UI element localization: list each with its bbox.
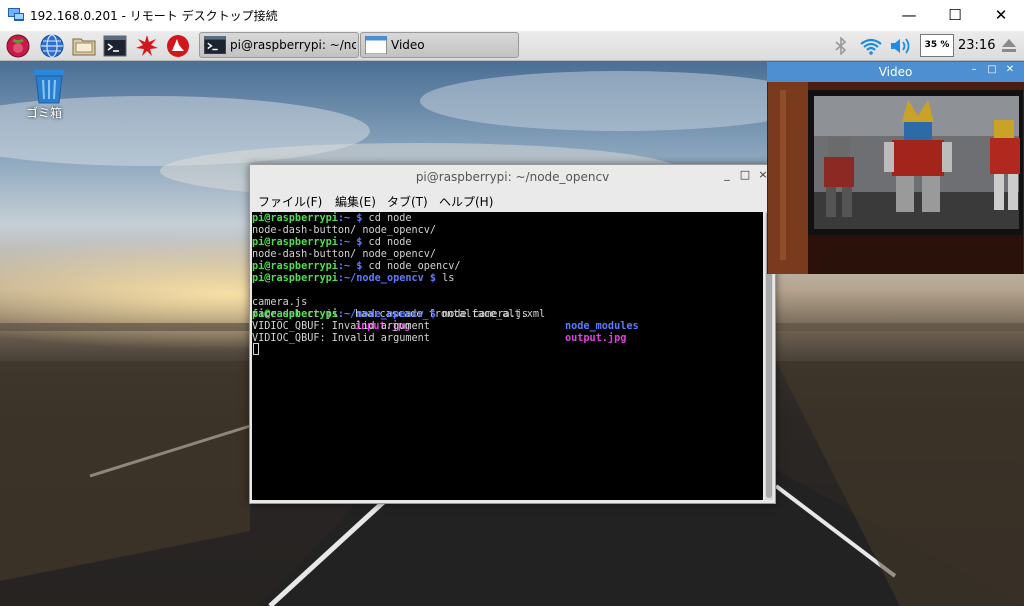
taskbar-panel: pi@raspberrypi: ~/no... Video 35 % 23:16 xyxy=(0,31,1024,61)
video-frame xyxy=(768,82,1023,274)
file-manager-icon[interactable] xyxy=(72,34,96,58)
menu-tabs[interactable]: タブ(T) xyxy=(387,193,428,210)
prompt-path: :~/node_opencv $ xyxy=(337,273,437,284)
terminal-line: node-dash-button/ node_opencv/ xyxy=(252,249,437,260)
raspberry-menu-icon[interactable] xyxy=(6,34,30,58)
terminal-line: pi@raspberrypi:~ $ cd node xyxy=(252,237,412,249)
terminal-output[interactable]: pi@raspberrypi:~ $ cd node node-dash-but… xyxy=(252,212,763,500)
command-text: ls xyxy=(436,273,455,284)
terminal-line: VIDIOC_QBUF: Invalid argument xyxy=(252,321,430,332)
camera-image xyxy=(768,82,1023,274)
web-browser-icon[interactable] xyxy=(40,34,64,58)
command-text: cd node xyxy=(362,237,412,248)
prompt-path: :~ $ xyxy=(337,261,363,272)
eject-icon[interactable] xyxy=(1000,36,1018,54)
wolfram-icon[interactable] xyxy=(166,34,190,58)
prompt-user: pi@raspberrypi xyxy=(252,309,338,320)
prompt-user: pi@raspberrypi xyxy=(252,261,338,272)
terminal-line: face_detect.js input.jpg output.jpg xyxy=(252,297,763,344)
video-titlebar[interactable]: Video – □ ✕ xyxy=(767,62,1024,82)
command-text: cd node_opencv/ xyxy=(362,261,461,272)
terminal-icon xyxy=(204,36,226,54)
trash-icon[interactable] xyxy=(28,68,70,104)
rdp-window-titlebar: 192.168.0.201 - リモート デスクトップ接続 — ☐ ✕ xyxy=(0,0,1024,32)
prompt-path: :~ $ xyxy=(337,213,363,224)
terminal-line: pi@raspberrypi:~/node_opencv $ node came… xyxy=(252,309,528,321)
command-text: node camera.js xyxy=(436,309,529,320)
terminal-line: camera.js haarcascade_frontalface_alt.xm… xyxy=(252,285,763,332)
directory-entry: node_modules xyxy=(565,321,639,332)
minimize-button[interactable]: – xyxy=(968,64,980,75)
minimize-button[interactable]: _ xyxy=(720,168,734,184)
terminal-titlebar[interactable]: pi@raspberrypi: ~/node_opencv _ □ × xyxy=(250,165,775,189)
clock[interactable]: 23:16 xyxy=(958,38,995,53)
taskbar-button-label: Video xyxy=(391,38,425,52)
close-button[interactable]: ✕ xyxy=(978,0,1024,31)
menu-edit[interactable]: 編集(E) xyxy=(335,193,376,210)
taskbar-button-label: pi@raspberrypi: ~/no... xyxy=(230,38,356,52)
video-window: Video – □ ✕ xyxy=(767,62,1024,274)
prompt-user: pi@raspberrypi xyxy=(252,213,338,224)
terminal-line: pi@raspberrypi:~ $ cd node_opencv/ xyxy=(252,261,461,273)
terminal-line: node-dash-button/ node_opencv/ xyxy=(252,225,437,236)
menu-help[interactable]: ヘルプ(H) xyxy=(439,193,493,210)
command-text: cd node xyxy=(362,213,412,224)
terminal-line: pi@raspberrypi:~/node_opencv $ ls xyxy=(252,273,454,285)
maximize-button[interactable]: ☐ xyxy=(932,0,978,31)
terminal-title: pi@raspberrypi: ~/node_opencv xyxy=(415,170,610,184)
terminal-line: pi@raspberrypi:~ $ cd node xyxy=(252,213,412,225)
taskbar-button-terminal[interactable]: pi@raspberrypi: ~/no... xyxy=(199,32,359,58)
wifi-icon[interactable] xyxy=(860,37,882,55)
trash-label[interactable]: ゴミ箱 xyxy=(26,104,62,121)
prompt-user: pi@raspberrypi xyxy=(252,237,338,248)
prompt-user: pi@raspberrypi xyxy=(252,273,338,284)
volume-icon[interactable] xyxy=(890,37,912,55)
menu-file[interactable]: ファイル(F) xyxy=(258,193,322,210)
terminal-window: pi@raspberrypi: ~/node_opencv _ □ × ファイル… xyxy=(249,164,776,504)
minimize-button[interactable]: — xyxy=(886,0,932,31)
close-button[interactable]: ✕ xyxy=(1004,64,1016,75)
remote-desktop-icon xyxy=(8,8,24,21)
image-file-entry: output.jpg xyxy=(565,333,627,344)
prompt-path: :~ $ xyxy=(337,237,363,248)
taskbar-button-video[interactable]: Video xyxy=(360,32,519,58)
mathematica-icon[interactable] xyxy=(135,34,159,58)
terminal-line: VIDIOC_QBUF: Invalid argument xyxy=(252,333,430,344)
bluetooth-icon[interactable] xyxy=(834,37,848,55)
terminal-menubar: ファイル(F) 編集(E) タブ(T) ヘルプ(H) xyxy=(250,189,775,211)
terminal-icon[interactable] xyxy=(103,34,127,58)
text-cursor xyxy=(253,343,259,355)
window-icon xyxy=(365,36,387,54)
rdp-window-title: 192.168.0.201 - リモート デスクトップ接続 xyxy=(30,9,278,23)
maximize-button[interactable]: □ xyxy=(738,168,752,184)
prompt-path: :~/node_opencv $ xyxy=(337,309,437,320)
cpu-usage-monitor[interactable]: 35 % xyxy=(920,34,954,57)
maximize-button[interactable]: □ xyxy=(986,64,998,75)
